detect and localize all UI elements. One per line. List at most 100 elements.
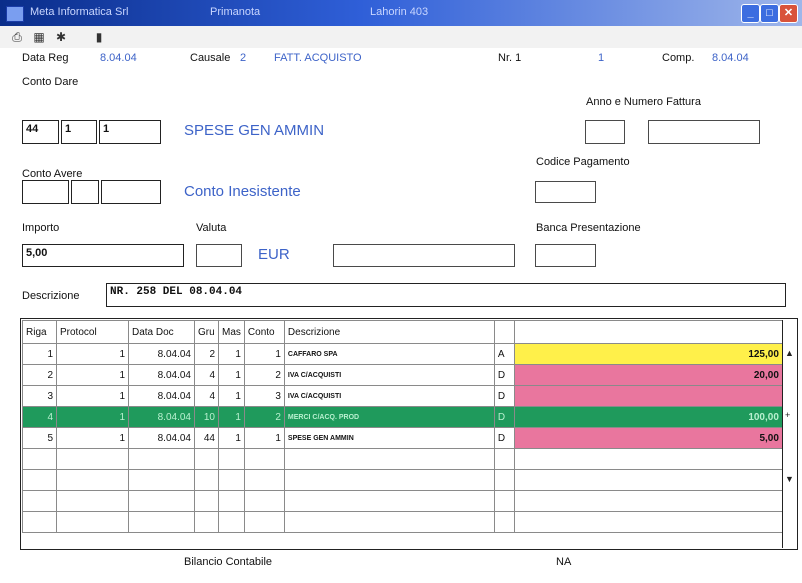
minimize-button[interactable]: _: [741, 4, 760, 23]
conto-avere-field-3[interactable]: [101, 180, 161, 204]
cell-importo[interactable]: 125,00: [513, 343, 783, 365]
numero-fattura-field[interactable]: [648, 120, 760, 144]
table-row[interactable]: 4 1 8.04.04 10 1 2 MERCI C/ACQ. PROD D 100,00: [22, 406, 783, 428]
cell-empty[interactable]: [194, 490, 219, 512]
importo-field[interactable]: 5,00: [22, 244, 184, 267]
cell-empty[interactable]: [243, 469, 285, 491]
cell-mas[interactable]: 1: [218, 343, 245, 365]
cell-segno[interactable]: A: [493, 343, 515, 365]
cell-data-doc[interactable]: 8.04.04: [128, 343, 195, 365]
table-row-empty[interactable]: [22, 448, 783, 470]
cell-protocol[interactable]: 1: [56, 385, 129, 407]
cell-riga[interactable]: 2: [22, 364, 57, 386]
cell-empty[interactable]: [218, 490, 245, 512]
table-row-empty[interactable]: [22, 490, 783, 512]
cell-empty[interactable]: [283, 511, 495, 533]
cell-empty[interactable]: [56, 469, 129, 491]
cell-empty[interactable]: [493, 448, 515, 470]
col-gru[interactable]: Gru: [194, 320, 219, 344]
table-row[interactable]: 1 1 8.04.04 2 1 1 CAFFARO SPA A 125,00: [22, 343, 783, 365]
cell-segno[interactable]: D: [493, 385, 515, 407]
table-row[interactable]: 3 1 8.04.04 4 1 3 IVA C/ACQUISTI D: [22, 385, 783, 407]
book-icon[interactable]: ▮: [92, 30, 106, 44]
cell-data-doc[interactable]: 8.04.04: [128, 385, 195, 407]
cell-empty[interactable]: [513, 448, 783, 470]
cell-protocol[interactable]: 1: [56, 427, 129, 449]
table-row[interactable]: 5 1 8.04.04 44 1 1 SPESE GEN AMMIN D 5,00: [22, 427, 783, 449]
table-row-empty[interactable]: [22, 469, 783, 491]
cell-empty[interactable]: [218, 469, 245, 491]
cell-empty[interactable]: [283, 448, 495, 470]
anno-fattura-field[interactable]: [585, 120, 625, 144]
cell-empty[interactable]: [22, 469, 57, 491]
cell-riga[interactable]: 3: [22, 385, 57, 407]
cell-importo[interactable]: 5,00: [513, 427, 783, 449]
cell-empty[interactable]: [128, 469, 195, 491]
codice-pagamento-field[interactable]: [535, 181, 596, 203]
cell-conto[interactable]: 2: [243, 406, 285, 428]
cell-empty[interactable]: [128, 490, 195, 512]
cell-segno[interactable]: D: [493, 364, 515, 386]
cell-data-doc[interactable]: 8.04.04: [128, 427, 195, 449]
cell-gru[interactable]: 44: [194, 427, 219, 449]
cell-descrizione[interactable]: MERCI C/ACQ. PROD: [283, 406, 495, 428]
cell-importo[interactable]: [513, 385, 783, 407]
conto-avere-field-1[interactable]: [22, 180, 69, 204]
col-segno[interactable]: [493, 320, 515, 344]
cell-empty[interactable]: [243, 511, 285, 533]
col-protocol[interactable]: Protocol: [56, 320, 129, 344]
cell-empty[interactable]: [513, 469, 783, 491]
valuta-field[interactable]: [196, 244, 242, 267]
cell-conto[interactable]: 3: [243, 385, 285, 407]
scroll-plus-icon[interactable]: +: [785, 410, 790, 420]
cell-empty[interactable]: [194, 448, 219, 470]
cell-empty[interactable]: [493, 511, 515, 533]
col-descrizione[interactable]: Descrizione: [283, 320, 495, 344]
col-conto[interactable]: Conto: [243, 320, 285, 344]
cell-empty[interactable]: [243, 448, 285, 470]
conto-dare-field-2[interactable]: 1: [61, 120, 97, 144]
cell-mas[interactable]: 1: [218, 427, 245, 449]
cell-empty[interactable]: [243, 490, 285, 512]
close-button[interactable]: ✕: [779, 4, 798, 23]
cell-empty[interactable]: [56, 511, 129, 533]
cell-empty[interactable]: [128, 511, 195, 533]
cell-conto[interactable]: 2: [243, 364, 285, 386]
cell-riga[interactable]: 4: [22, 406, 57, 428]
scroll-down-icon[interactable]: ▼: [785, 474, 794, 484]
cell-conto[interactable]: 1: [243, 343, 285, 365]
cell-descrizione[interactable]: IVA C/ACQUISTI: [283, 385, 495, 407]
cell-segno[interactable]: D: [493, 427, 515, 449]
cell-descrizione[interactable]: SPESE GEN AMMIN: [283, 427, 495, 449]
col-riga[interactable]: Riga: [22, 320, 57, 344]
cell-gru[interactable]: 4: [194, 364, 219, 386]
conto-dare-field-1[interactable]: 44: [22, 120, 59, 144]
cell-protocol[interactable]: 1: [56, 364, 129, 386]
table-scrollbar[interactable]: ▲ + ▼: [782, 320, 797, 548]
conto-dare-field-3[interactable]: 1: [99, 120, 161, 144]
cell-empty[interactable]: [56, 448, 129, 470]
cell-segno[interactable]: D: [493, 406, 515, 428]
scroll-up-icon[interactable]: ▲: [785, 348, 794, 358]
settings-icon[interactable]: ✱: [54, 30, 68, 44]
maximize-button[interactable]: □: [760, 4, 779, 23]
cell-riga[interactable]: 5: [22, 427, 57, 449]
table-row[interactable]: 2 1 8.04.04 4 1 2 IVA C/ACQUISTI D 20,00: [22, 364, 783, 386]
col-mas[interactable]: Mas: [218, 320, 245, 344]
table-row-empty[interactable]: [22, 511, 783, 533]
descrizione-field[interactable]: NR. 258 DEL 08.04.04: [106, 283, 786, 307]
cell-empty[interactable]: [493, 469, 515, 491]
grid-icon[interactable]: ▦: [32, 30, 46, 44]
importo-extra-field[interactable]: [333, 244, 515, 267]
cell-empty[interactable]: [283, 469, 495, 491]
cell-empty[interactable]: [22, 448, 57, 470]
cell-empty[interactable]: [22, 511, 57, 533]
cell-conto[interactable]: 1: [243, 427, 285, 449]
cell-empty[interactable]: [194, 511, 219, 533]
cell-empty[interactable]: [218, 448, 245, 470]
cell-importo[interactable]: 100,00: [513, 406, 783, 428]
cell-empty[interactable]: [128, 448, 195, 470]
conto-avere-field-2[interactable]: [71, 180, 99, 204]
cell-empty[interactable]: [513, 511, 783, 533]
cell-protocol[interactable]: 1: [56, 343, 129, 365]
